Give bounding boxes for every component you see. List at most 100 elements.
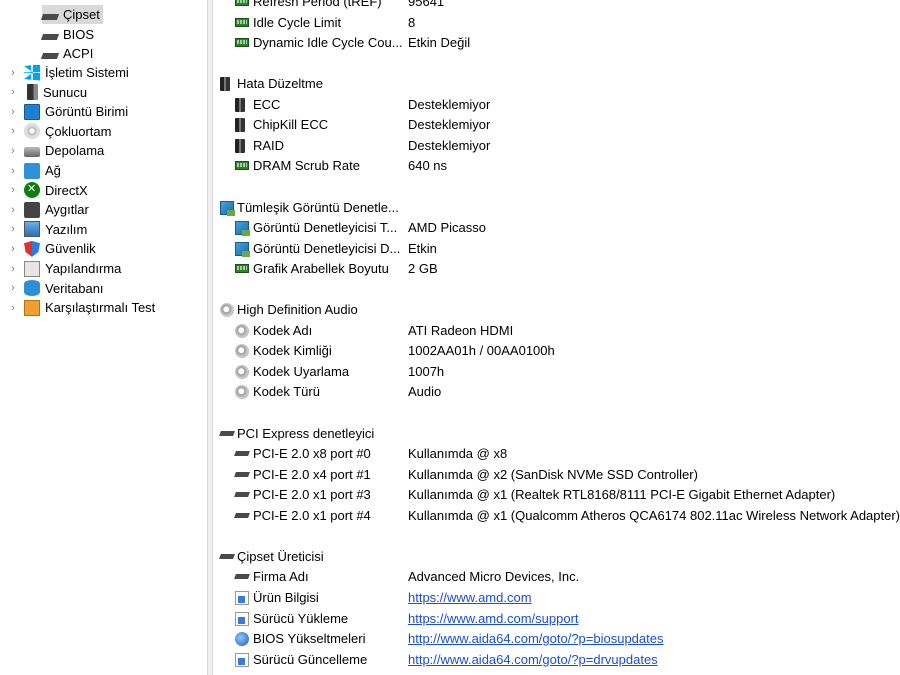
- expand-chevron-icon[interactable]: ›: [8, 243, 18, 255]
- group-header[interactable]: High Definition Audio: [214, 300, 900, 320]
- tree-item-9[interactable]: › Güvenlik: [8, 239, 99, 258]
- tree-child-acpi[interactable]: ACPI: [40, 44, 96, 63]
- field-label: PCI-E 2.0 x1 port #3: [253, 487, 371, 503]
- expand-chevron-icon[interactable]: ›: [8, 263, 18, 275]
- group-header[interactable]: Tümleşik Görüntü Denetle...: [214, 198, 900, 218]
- field-label: Firma Adı: [253, 569, 309, 585]
- tree-item-label: İşletim Sistemi: [45, 65, 129, 80]
- detail-row: Kodek Uyarlama 1007h: [214, 362, 900, 382]
- detail-row: ChipKill ECC Desteklemiyor: [214, 115, 900, 135]
- display-icon: [235, 241, 250, 257]
- tree-item-2[interactable]: › Görüntü Birimi: [8, 102, 131, 121]
- group-header[interactable]: PCI Express denetleyici: [214, 424, 900, 444]
- expand-chevron-icon[interactable]: ›: [8, 106, 18, 118]
- field-value: 640 ns: [408, 158, 448, 174]
- tree-item-11[interactable]: › Veritabanı: [8, 279, 107, 298]
- link-value[interactable]: https://www.amd.com: [408, 590, 532, 605]
- field-value: Kullanımda @ x1 (Qualcomm Atheros QCA617…: [408, 507, 900, 523]
- pane-splitter[interactable]: [207, 0, 213, 675]
- ram-icon: [235, 0, 249, 6]
- expand-chevron-icon[interactable]: ›: [8, 145, 18, 157]
- memory-stick-icon: [235, 97, 245, 112]
- detail-row: Görüntü Denetleyicisi D... Etkin: [214, 239, 900, 259]
- detail-row: PCI-E 2.0 x1 port #4 Kullanımda @ x1 (Qua…: [214, 506, 900, 526]
- link-value[interactable]: http://www.aida64.com/goto/?p=biosupdate…: [408, 631, 663, 646]
- tree-item-5[interactable]: › Ağ: [8, 161, 64, 180]
- link-value[interactable]: http://www.aida64.com/goto/?p=drvupdates: [408, 652, 658, 667]
- globe-icon: [235, 632, 249, 647]
- tree-item-6[interactable]: › DirectX: [8, 181, 91, 200]
- tree-item-10[interactable]: › Yapılandırma: [8, 259, 124, 278]
- detail-row: Dynamic Idle Cycle Cou... Etkin Değil: [214, 33, 900, 53]
- field-value: Kullanımda @ x1 (Realtek RTL8168/8111 PC…: [408, 487, 836, 503]
- expand-chevron-icon[interactable]: ›: [8, 125, 18, 137]
- audio-icon: [235, 344, 249, 359]
- detail-row: Kodek Adı ATI Radeon HDMI: [214, 321, 900, 341]
- audio-icon: [235, 323, 249, 338]
- tree-item-label: Aygıtlar: [45, 202, 89, 218]
- tree-item-3[interactable]: › Çokluortam: [8, 122, 114, 141]
- chip-icon: [40, 14, 60, 20]
- expand-chevron-icon[interactable]: ›: [8, 184, 18, 196]
- tree-item-7[interactable]: › Aygıtlar: [8, 200, 92, 219]
- detail-row: Firma Adı Advanced Micro Devices, Inc.: [214, 567, 900, 587]
- field-label: ChipKill ECC: [253, 117, 329, 133]
- field-label: PCI-E 2.0 x8 port #0: [253, 446, 371, 462]
- expand-chevron-icon[interactable]: ›: [8, 282, 18, 294]
- field-label: DRAM Scrub Rate: [253, 158, 360, 174]
- link-icon: [235, 590, 249, 605]
- expand-chevron-icon[interactable]: ›: [8, 204, 18, 216]
- expand-chevron-icon[interactable]: ›: [8, 223, 18, 235]
- field-label: PCI-E 2.0 x1 port #4: [253, 507, 371, 523]
- detail-row: Kodek Kimliği 1002AA01h / 00AA0100h: [214, 341, 900, 361]
- tree-item-0[interactable]: › İşletim Sistemi: [8, 63, 132, 82]
- database-icon: [24, 280, 40, 297]
- memory-stick-icon: [235, 118, 245, 133]
- tree-child-bios[interactable]: BIOS: [40, 25, 97, 44]
- pci-icon: [234, 451, 250, 457]
- ram-icon: [235, 17, 249, 27]
- tree-item-label: Yazılım: [45, 221, 88, 237]
- memory-stick-icon: [220, 77, 230, 92]
- expand-chevron-icon[interactable]: ›: [8, 302, 18, 314]
- field-value: https://www.amd.com/support: [408, 611, 579, 626]
- field-value: https://www.amd.com: [408, 590, 532, 605]
- link-icon: [235, 652, 249, 667]
- group-header[interactable]: Çipset Üreticisi: [214, 547, 900, 567]
- expand-chevron-icon[interactable]: ›: [8, 165, 18, 177]
- tree-item-label: ACPI: [63, 46, 94, 61]
- tree-item-label: Ağ: [45, 163, 61, 178]
- field-label: Refresh Period (tREF): [253, 0, 382, 9]
- field-label: PCI-E 2.0 x4 port #1: [253, 466, 371, 482]
- field-value: Kullanımda @ x2 (SanDisk NVMe SSD Contro…: [408, 466, 698, 482]
- tree-item-12[interactable]: › Karşılaştırmalı Test: [8, 298, 158, 317]
- detail-row: Grafik Arabellek Boyutu 2 GB: [214, 259, 900, 279]
- detail-row: Kodek Türü Audio: [214, 382, 900, 402]
- field-label: Sürücü Yükleme: [253, 610, 349, 626]
- audio-icon: [220, 303, 234, 318]
- tree-item-label: DirectX: [45, 182, 88, 198]
- tree-item-1[interactable]: › Sunucu: [8, 83, 90, 102]
- tree-item-8[interactable]: › Yazılım: [8, 220, 90, 239]
- group-title: Hata Düzeltme: [237, 76, 323, 92]
- tree-item-label: Depolama: [45, 143, 105, 159]
- field-label: Sürücü Güncelleme: [253, 651, 368, 667]
- tree-item-4[interactable]: › Depolama: [8, 141, 107, 160]
- detail-row: Sürücü Güncelleme http://www.aida64.com/g…: [214, 650, 900, 670]
- tree-item-label: BIOS: [63, 26, 95, 42]
- group-header[interactable]: Hata Düzeltme: [214, 74, 900, 94]
- pci-icon: [219, 430, 235, 436]
- link-icon: [235, 611, 249, 626]
- field-value: Desteklemiyor: [408, 137, 491, 153]
- link-value[interactable]: https://www.amd.com/support: [408, 611, 579, 626]
- field-label: ECC: [253, 96, 281, 112]
- detail-row: Görüntü Denetleyicisi T... AMD Picasso: [214, 218, 900, 238]
- pci-icon: [234, 574, 250, 580]
- field-value: Desteklemiyor: [408, 96, 491, 112]
- tree-child-çipset[interactable]: Çipset: [40, 5, 103, 24]
- expand-chevron-icon[interactable]: ›: [8, 67, 18, 79]
- expand-chevron-icon[interactable]: ›: [8, 86, 18, 98]
- tree-item-label: Yapılandırma: [45, 261, 122, 276]
- config-icon: [24, 260, 40, 277]
- tree-item-label: Karşılaştırmalı Test: [45, 300, 156, 316]
